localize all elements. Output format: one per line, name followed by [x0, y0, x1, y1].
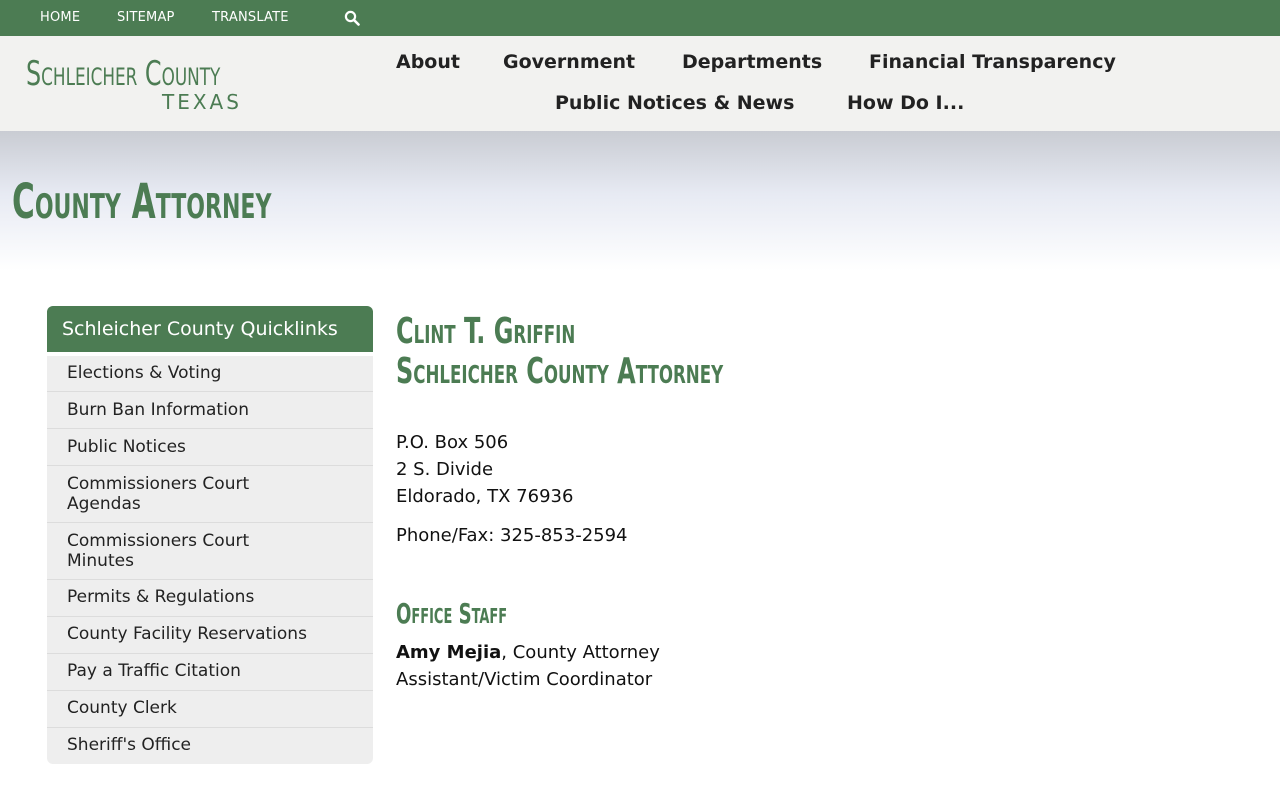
office-staff-heading: Office Staff: [396, 597, 508, 630]
staff-name: Amy Mejia: [396, 642, 502, 663]
attorney-name: Clint T. Griffin: [396, 311, 576, 352]
quicklinks-title: Schleicher County Quicklinks: [62, 318, 338, 340]
quicklink-label: Permits & Regulations: [67, 587, 255, 607]
util-link-sitemap[interactable]: SITEMAP: [117, 10, 175, 25]
quicklink-facility-reservations[interactable]: County Facility Reservations: [47, 617, 373, 654]
quicklink-label: Pay a Traffic Citation: [67, 661, 241, 681]
logo-state: TEXAS: [162, 90, 242, 114]
util-link-translate[interactable]: TRANSLATE: [212, 10, 289, 25]
utility-bar: HOME SITEMAP TRANSLATE: [0, 0, 1280, 36]
nav-government[interactable]: Government: [503, 51, 635, 73]
attorney-title: Schleicher County Attorney: [396, 351, 724, 392]
quicklink-label: Public Notices: [67, 437, 186, 457]
address-line-3: Eldorado, TX 76936: [396, 486, 574, 507]
nav-financial-transparency[interactable]: Financial Transparency: [869, 51, 1116, 73]
quicklink-traffic-citation[interactable]: Pay a Traffic Citation: [47, 654, 373, 691]
quicklink-permits-regulations[interactable]: Permits & Regulations: [47, 580, 373, 617]
nav-how-do-i[interactable]: How Do I...: [847, 92, 964, 114]
nav-departments[interactable]: Departments: [682, 51, 822, 73]
staff-line-1: Amy Mejia, County Attorney: [396, 642, 660, 664]
address-line-2: 2 S. Divide: [396, 459, 494, 480]
quicklink-label: Commissioners Court Agendas: [67, 474, 250, 514]
quicklinks-sidebar: Schleicher County Quicklinks Elections &…: [47, 306, 373, 764]
quicklink-burn-ban[interactable]: Burn Ban Information: [47, 392, 373, 429]
quicklink-label: Commissioners Court Minutes: [67, 531, 250, 571]
quicklink-commissioners-minutes[interactable]: Commissioners Court Minutes: [47, 523, 373, 580]
staff-title-part-2: Assistant/Victim Coordinator: [396, 669, 653, 690]
logo-county-name: Schleicher County: [26, 54, 221, 94]
quicklink-label: County Facility Reservations: [67, 624, 307, 644]
quicklink-label: County Clerk: [67, 698, 177, 718]
quicklink-label: Sheriff's Office: [67, 735, 192, 755]
nav-about[interactable]: About: [396, 51, 460, 73]
util-link-home[interactable]: HOME: [40, 10, 80, 25]
quicklink-label: Elections & Voting: [67, 363, 222, 383]
page-title: County Attorney: [12, 174, 272, 230]
nav-public-notices-news[interactable]: Public Notices & News: [555, 92, 794, 114]
quicklink-public-notices[interactable]: Public Notices: [47, 429, 373, 466]
search-icon[interactable]: [344, 10, 360, 26]
site-logo[interactable]: Schleicher County TEXAS: [26, 56, 266, 116]
phone-fax: Phone/Fax: 325-853-2594: [396, 525, 628, 546]
address-line-1: P.O. Box 506: [396, 432, 509, 453]
quicklink-elections-voting[interactable]: Elections & Voting: [47, 356, 373, 392]
quicklink-sheriffs-office[interactable]: Sheriff's Office: [47, 728, 373, 764]
staff-title-part-1: , County Attorney: [501, 642, 660, 663]
quicklinks-header: Schleicher County Quicklinks: [47, 306, 373, 352]
quicklink-county-clerk[interactable]: County Clerk: [47, 691, 373, 728]
quicklink-label: Burn Ban Information: [67, 400, 249, 420]
quicklink-commissioners-agendas[interactable]: Commissioners Court Agendas: [47, 466, 373, 523]
